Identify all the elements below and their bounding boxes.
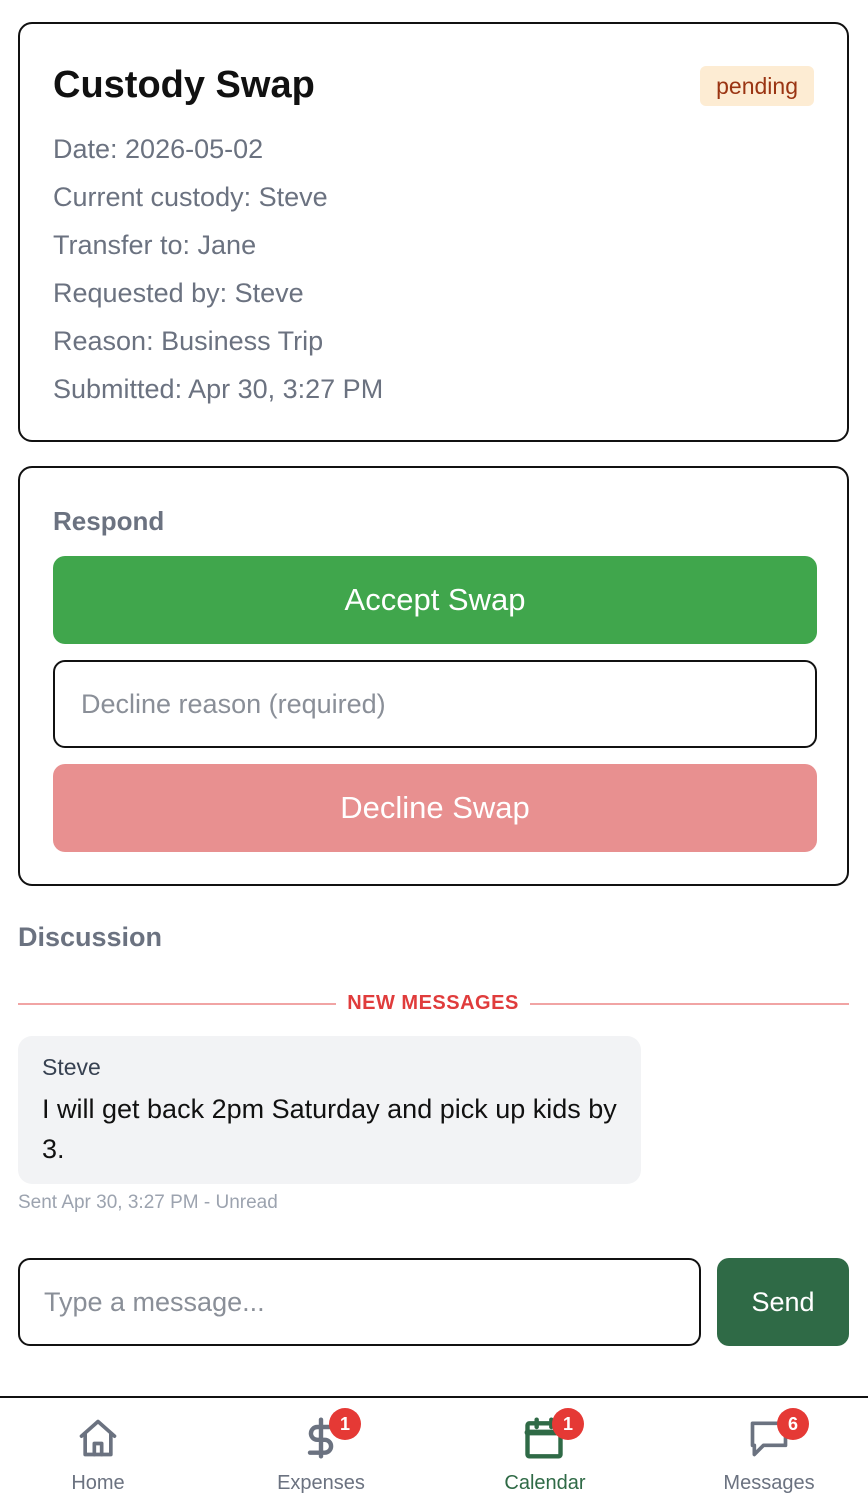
new-messages-divider-label: NEW MESSAGES [347,992,519,1014]
tab-label: Home [71,1472,125,1494]
new-messages-divider-right [530,1003,849,1005]
discussion-heading: Discussion [18,922,163,952]
page-title: Custody Swap [53,64,315,106]
tab-label: Expenses [277,1472,365,1494]
messages-badge: 6 [777,1408,809,1440]
swap-current-custody: Current custody: Steve [53,182,328,212]
message-bubble: Steve I will get back 2pm Saturday and p… [18,1036,641,1184]
accept-swap-button[interactable]: Accept Swap [53,556,817,644]
message-meta: Sent Apr 30, 3:27 PM - Unread [18,1192,278,1213]
swap-reason: Reason: Business Trip [53,326,324,356]
bottom-tab-bar: Home 1 Expenses 1 Calendar 6 Messages [0,1396,868,1506]
swap-requested-by: Requested by: Steve [53,278,304,308]
tab-label: Messages [723,1472,815,1494]
home-icon [79,1419,117,1457]
expenses-badge: 1 [329,1408,361,1440]
decline-swap-button[interactable]: Decline Swap [53,764,817,852]
tab-expenses[interactable]: 1 Expenses [217,1398,434,1506]
swap-details-card: Custody Swap pending Date: 2026-05-02 Cu… [18,22,849,442]
tab-calendar[interactable]: 1 Calendar [434,1398,651,1506]
respond-heading: Respond [53,506,165,536]
tab-messages[interactable]: 6 Messages [651,1398,868,1506]
status-badge: pending [700,66,814,106]
decline-reason-input[interactable] [53,660,817,748]
respond-card: Respond Accept Swap Decline Swap [18,466,849,886]
message-text: I will get back 2pm Saturday and pick up… [42,1094,617,1164]
message-sender: Steve [42,1054,101,1080]
tab-home[interactable]: Home [0,1398,217,1506]
swap-submitted: Submitted: Apr 30, 3:27 PM [53,374,384,404]
calendar-badge: 1 [552,1408,584,1440]
swap-transfer-to: Transfer to: Jane [53,230,257,260]
send-button[interactable]: Send [717,1258,849,1346]
swap-date: Date: 2026-05-02 [53,134,264,164]
new-messages-divider-left [18,1003,336,1005]
tab-label: Calendar [504,1472,586,1494]
message-input[interactable] [18,1258,701,1346]
